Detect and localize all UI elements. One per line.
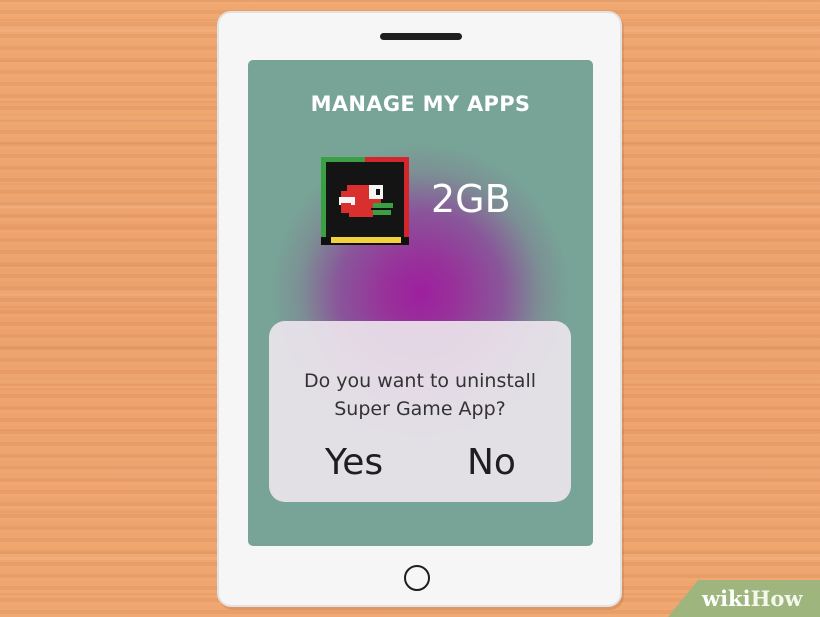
phone-device: MANAGE MY APPS 2GB Do you want to uninst… <box>217 11 622 607</box>
flappy-bird-icon[interactable] <box>321 157 409 245</box>
home-button[interactable] <box>404 565 430 591</box>
watermark-logo: wikiHow <box>702 586 803 611</box>
uninstall-dialog: Do you want to uninstall Super Game App?… <box>269 321 571 502</box>
yes-button[interactable]: Yes <box>325 445 383 481</box>
dialog-message-line1: Do you want to uninstall <box>303 370 537 392</box>
app-storage-size: 2GB <box>431 177 511 221</box>
watermark-how: How <box>750 586 803 611</box>
dialog-message: Do you want to uninstall Super Game App? <box>269 367 571 423</box>
dialog-message-line2: Super Game App? <box>334 398 506 420</box>
page-title: MANAGE MY APPS <box>310 92 531 116</box>
phone-speaker <box>380 33 462 40</box>
no-button[interactable]: No <box>467 445 516 481</box>
watermark-wiki: wiki <box>702 586 751 611</box>
phone-screen: MANAGE MY APPS 2GB Do you want to uninst… <box>248 60 593 546</box>
